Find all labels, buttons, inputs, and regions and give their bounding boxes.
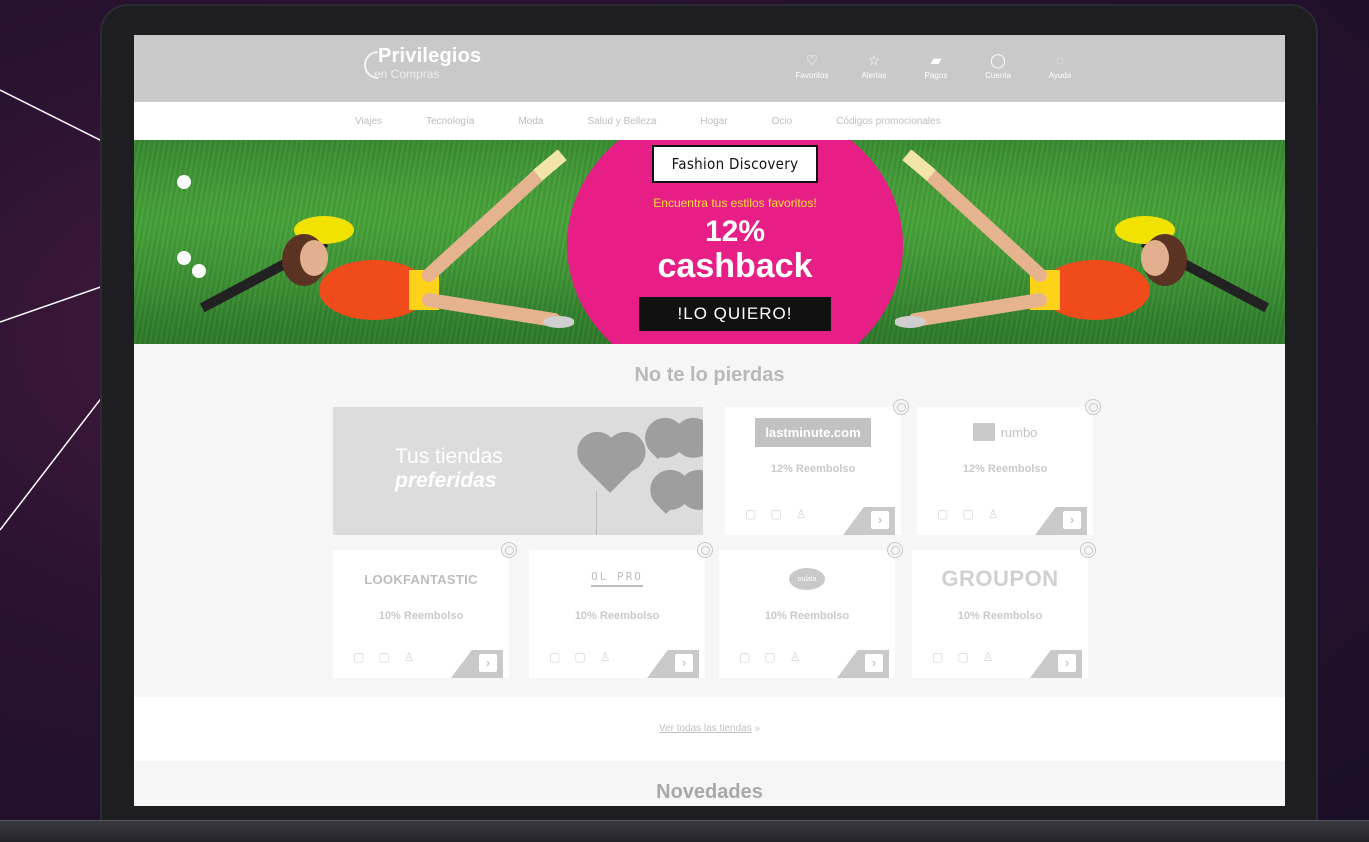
- callout-dots: [177, 175, 206, 278]
